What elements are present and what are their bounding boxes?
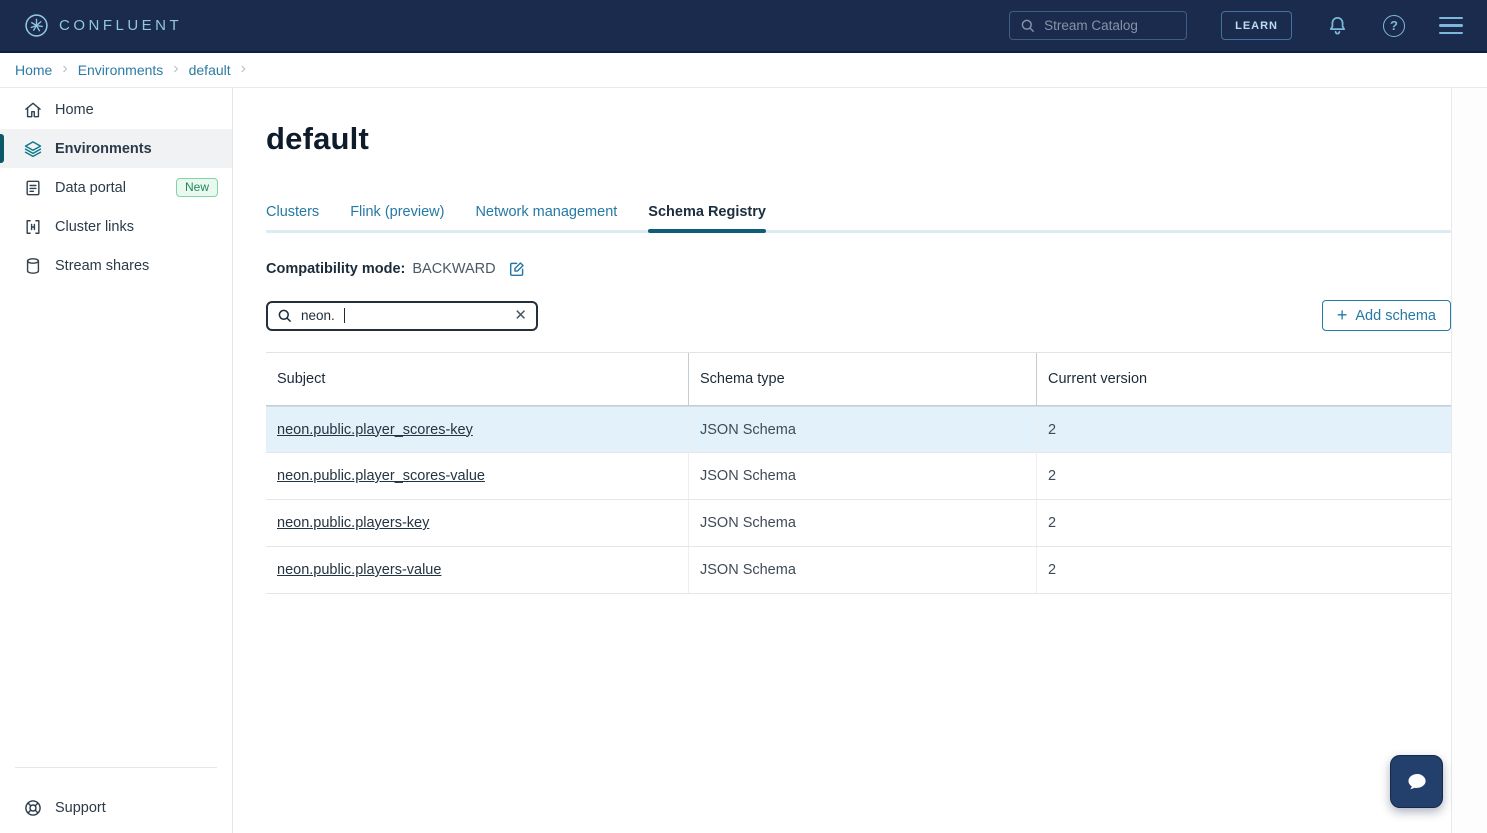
sidebar-item-stream-shares[interactable]: Stream shares [0,246,232,285]
learn-button[interactable]: LEARN [1221,11,1292,40]
table-row[interactable]: neon.public.player_scores-value JSON Sch… [266,453,1451,500]
schema-type-cell: JSON Schema [688,500,1036,546]
chevron-right-icon: › [241,61,246,79]
compatibility-mode-label: Compatibility mode: [266,261,405,277]
stream-catalog-search[interactable] [1009,11,1187,40]
subject-link[interactable]: neon.public.players-key [277,515,429,531]
hamburger-icon[interactable] [1439,17,1463,35]
sidebar-item-label: Cluster links [55,219,134,235]
tab-clusters[interactable]: Clusters [266,204,319,233]
sidebar-item-environments[interactable]: Environments [0,129,232,168]
top-navbar: CONFLUENT LEARN ? [0,0,1487,53]
breadcrumb-default[interactable]: default [189,62,231,78]
tab-schema-registry[interactable]: Schema Registry [648,204,766,233]
tab-bar: Clusters Flink (preview) Network managem… [266,204,1451,233]
sidebar: Home Environments Data portal New Cluste… [0,88,233,833]
sidebar-item-label: Environments [55,141,152,157]
stream-catalog-input[interactable] [1044,18,1176,33]
chevron-right-icon: › [62,61,67,79]
tab-network-management[interactable]: Network management [475,204,617,233]
sidebar-item-support[interactable]: Support [0,788,232,827]
sidebar-divider [15,767,217,768]
layers-icon [23,139,43,159]
subject-link[interactable]: neon.public.player_scores-key [277,422,473,438]
column-header-current-version[interactable]: Current version [1036,353,1451,405]
clear-search-icon[interactable]: ✕ [514,308,527,323]
sidebar-item-home[interactable]: Home [0,90,232,129]
current-version-cell: 2 [1036,407,1451,452]
add-schema-button[interactable]: + Add schema [1322,300,1451,331]
bell-icon[interactable] [1326,14,1349,37]
sidebar-item-label: Data portal [55,180,126,196]
chat-button[interactable] [1390,755,1443,808]
search-icon [1020,18,1036,34]
chevron-right-icon: › [173,61,178,79]
schema-type-cell: JSON Schema [688,547,1036,593]
table-row[interactable]: neon.public.player_scores-key JSON Schem… [266,406,1451,453]
schema-type-cell: JSON Schema [688,453,1036,499]
sidebar-item-label: Home [55,102,94,118]
help-icon[interactable]: ? [1383,15,1405,37]
compatibility-mode-value: BACKWARD [412,261,495,277]
main-content: default Clusters Flink (preview) Network… [233,88,1451,833]
database-icon [23,256,43,276]
column-header-schema-type[interactable]: Schema type [688,353,1036,405]
page-title: default [266,121,1451,157]
confluent-logo[interactable]: CONFLUENT [24,13,182,38]
support-label: Support [55,800,106,816]
table-row[interactable]: neon.public.players-key JSON Schema 2 [266,500,1451,547]
breadcrumb-home[interactable]: Home [15,62,52,78]
schemas-table: Subject Schema type Current version neon… [266,352,1451,594]
column-header-subject[interactable]: Subject [266,353,688,405]
current-version-cell: 2 [1036,500,1451,546]
sidebar-item-label: Stream shares [55,258,149,274]
schema-search-value: neon. [301,308,335,323]
subject-link[interactable]: neon.public.player_scores-value [277,468,485,484]
schema-type-cell: JSON Schema [688,407,1036,452]
current-version-cell: 2 [1036,453,1451,499]
table-header-row: Subject Schema type Current version [266,353,1451,406]
schema-search-input[interactable]: neon. ✕ [266,301,538,331]
plus-icon: + [1337,306,1348,324]
confluent-spark-icon [24,13,49,38]
current-version-cell: 2 [1036,547,1451,593]
search-icon [277,308,293,324]
brand-name: CONFLUENT [59,17,182,34]
table-row[interactable]: neon.public.players-value JSON Schema 2 [266,547,1451,594]
breadcrumb: Home › Environments › default › [0,53,1487,88]
text-cursor [344,308,345,323]
compatibility-mode-row: Compatibility mode: BACKWARD [266,260,1451,277]
cluster-links-icon [23,217,43,237]
chat-bubble-icon [1402,767,1432,797]
life-ring-icon [23,798,43,818]
add-schema-label: Add schema [1355,308,1436,324]
sidebar-item-data-portal[interactable]: Data portal New [0,168,232,207]
table-actions-row: neon. ✕ + Add schema [266,300,1451,331]
sidebar-item-cluster-links[interactable]: Cluster links [0,207,232,246]
home-icon [23,100,43,120]
scrollbar-gutter[interactable] [1451,88,1487,833]
new-badge: New [176,178,218,197]
edit-icon[interactable] [509,260,526,277]
breadcrumb-environments[interactable]: Environments [78,62,164,78]
tab-flink-preview[interactable]: Flink (preview) [350,204,444,233]
document-icon [23,178,43,198]
subject-link[interactable]: neon.public.players-value [277,562,441,578]
